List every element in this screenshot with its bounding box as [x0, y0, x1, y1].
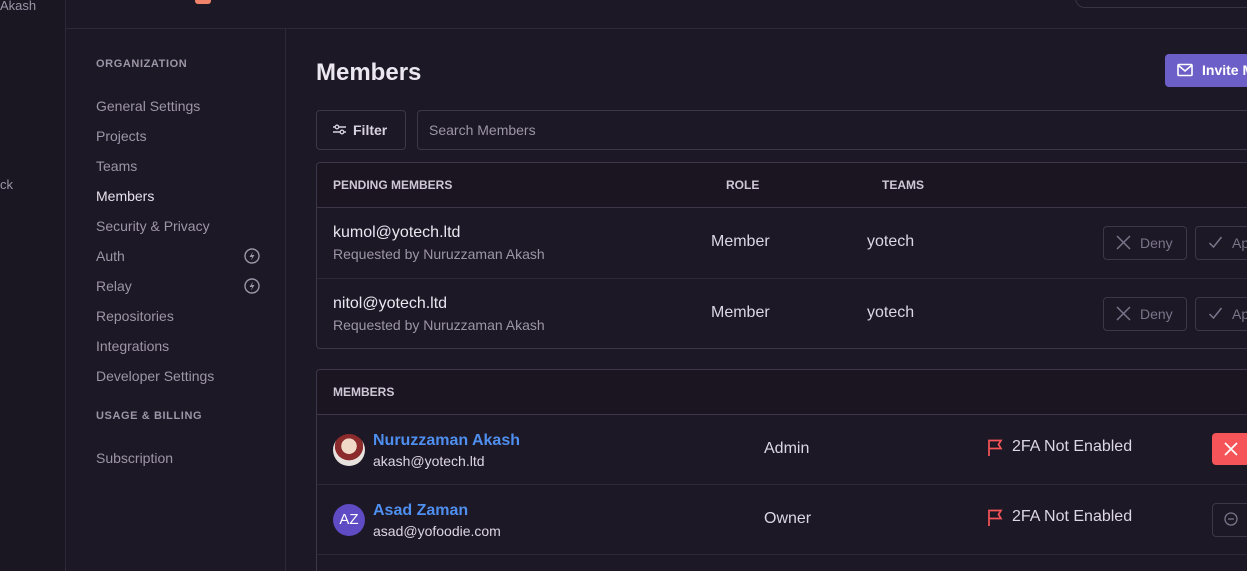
sidebar-item-subscription[interactable]: Subscription [96, 447, 276, 469]
filter-button[interactable]: Filter [316, 110, 406, 150]
members-panel: MEMBERS Nuruzzaman Akash akash@yotech.lt… [316, 369, 1247, 571]
app-rail: Akash ck [0, 0, 66, 571]
pending-member-requested-by: Requested by Nuruzzaman Akash [333, 317, 545, 333]
app-window: Akash ck ORGANIZATION General Settings P… [0, 0, 1247, 571]
column-header-members: MEMBERS [333, 385, 395, 399]
approve-button[interactable]: Ap [1195, 297, 1247, 331]
lightning-icon [244, 278, 260, 294]
member-row: AZ Asad Zaman asad@yofoodie.com Owner 2F… [317, 485, 1247, 555]
leave-button[interactable] [1212, 503, 1247, 537]
member-name-link[interactable]: Nuruzzaman Akash [373, 432, 520, 450]
flag-icon [988, 439, 1003, 456]
close-icon [1224, 442, 1238, 456]
rail-user-name[interactable]: Akash [0, 0, 36, 13]
sidebar-item-developer-settings[interactable]: Developer Settings [96, 365, 276, 387]
sidebar-item-integrations[interactable]: Integrations [96, 335, 276, 357]
pending-member-role: Member [711, 304, 770, 321]
sidebar-item-label: Subscription [96, 450, 174, 466]
deny-button[interactable]: Deny [1103, 226, 1187, 260]
pending-member-row: nitol@yotech.ltd Requested by Nuruzzaman… [317, 279, 1247, 348]
mail-icon [1177, 63, 1193, 77]
pending-member-role: Member [711, 233, 770, 250]
sidebar-item-label: Auth [96, 248, 125, 264]
sidebar-item-repositories[interactable]: Repositories [96, 305, 276, 327]
sidebar-item-label: Security & Privacy [96, 218, 210, 234]
column-header-pending-members: PENDING MEMBERS [333, 178, 453, 192]
sidebar-item-label: Teams [96, 158, 138, 174]
sidebar-item-projects[interactable]: Projects [96, 125, 276, 147]
sidebar-item-label: Projects [96, 128, 147, 144]
member-email: asad@yofoodie.com [373, 523, 501, 539]
deny-label: Deny [1140, 306, 1173, 322]
approve-label: Ap [1232, 306, 1247, 322]
sidebar-item-label: Members [96, 188, 155, 204]
invite-label: Invite M [1202, 62, 1247, 78]
minus-circle-icon [1224, 512, 1238, 526]
filter-label: Filter [353, 122, 388, 138]
avatar: AZ [333, 504, 365, 536]
member-row: Nuruzzaman Akash akash@yotech.ltd Admin … [317, 415, 1247, 485]
sidebar-item-label: Relay [96, 278, 132, 294]
sidebar-item-label: Repositories [96, 308, 174, 324]
check-icon [1208, 236, 1223, 249]
search-members-field [417, 110, 1247, 150]
member-role: Admin [764, 440, 810, 457]
sidebar-item-teams[interactable]: Teams [96, 155, 276, 177]
sidebar-item-auth[interactable]: Auth [96, 245, 276, 267]
member-role: Owner [764, 510, 812, 527]
sidebar-item-general-settings[interactable]: General Settings [96, 95, 276, 117]
org-badge-icon [195, 0, 211, 4]
close-icon [1116, 306, 1131, 321]
avatar [333, 434, 365, 466]
members-header: MEMBERS [317, 370, 1247, 415]
column-header-teams: TEAMS [882, 178, 924, 192]
sidebar-item-relay[interactable]: Relay [96, 275, 276, 297]
pending-members-header: PENDING MEMBERS ROLE TEAMS [317, 163, 1247, 208]
invite-members-button[interactable]: Invite M [1165, 54, 1247, 87]
flag-icon [988, 509, 1003, 526]
twofa-label: 2FA Not Enabled [1012, 438, 1133, 455]
sliders-icon [333, 124, 346, 135]
pending-member-row: kumol@yotech.ltd Requested by Nuruzzaman… [317, 208, 1247, 279]
pending-member-requested-by: Requested by Nuruzzaman Akash [333, 246, 545, 262]
pending-members-panel: PENDING MEMBERS ROLE TEAMS kumol@yotech.… [316, 162, 1247, 349]
pending-member-email: nitol@yotech.ltd [333, 295, 448, 312]
approve-button[interactable]: Ap [1195, 226, 1247, 260]
sidebar-item-label: Integrations [96, 338, 170, 354]
sidebar-heading-usage-billing: USAGE & BILLING [96, 410, 203, 422]
sidebar-heading-organization: ORGANIZATION [96, 58, 188, 70]
search-members-input[interactable] [418, 111, 1247, 149]
page-title: Members [316, 59, 422, 86]
member-email: akash@yotech.ltd [373, 453, 485, 469]
check-icon [1208, 307, 1223, 320]
pending-member-team: yotech [867, 233, 915, 250]
sidebar-item-label: Developer Settings [96, 368, 215, 384]
deny-label: Deny [1140, 235, 1173, 251]
column-header-role: ROLE [726, 178, 760, 192]
deny-button[interactable]: Deny [1103, 297, 1187, 331]
twofa-label: 2FA Not Enabled [1012, 508, 1133, 525]
main-content: Members Invite M Filter PENDING MEMBERS … [286, 29, 1247, 571]
sidebar-item-label: General Settings [96, 98, 201, 114]
lightning-icon [244, 248, 260, 264]
rail-back-link[interactable]: ck [0, 177, 13, 192]
global-search-input[interactable] [1075, 0, 1247, 8]
approve-label: Ap [1232, 235, 1247, 251]
remove-member-button[interactable] [1212, 433, 1247, 465]
pending-member-email: kumol@yotech.ltd [333, 224, 461, 241]
sidebar-item-security-privacy[interactable]: Security & Privacy [96, 215, 276, 237]
sidebar-item-members[interactable]: Members [96, 185, 276, 207]
pending-member-team: yotech [867, 304, 915, 321]
close-icon [1116, 235, 1131, 250]
top-header [66, 0, 1247, 29]
settings-sidebar: ORGANIZATION General Settings Projects T… [66, 29, 286, 571]
member-name-link[interactable]: Asad Zaman [373, 502, 468, 520]
